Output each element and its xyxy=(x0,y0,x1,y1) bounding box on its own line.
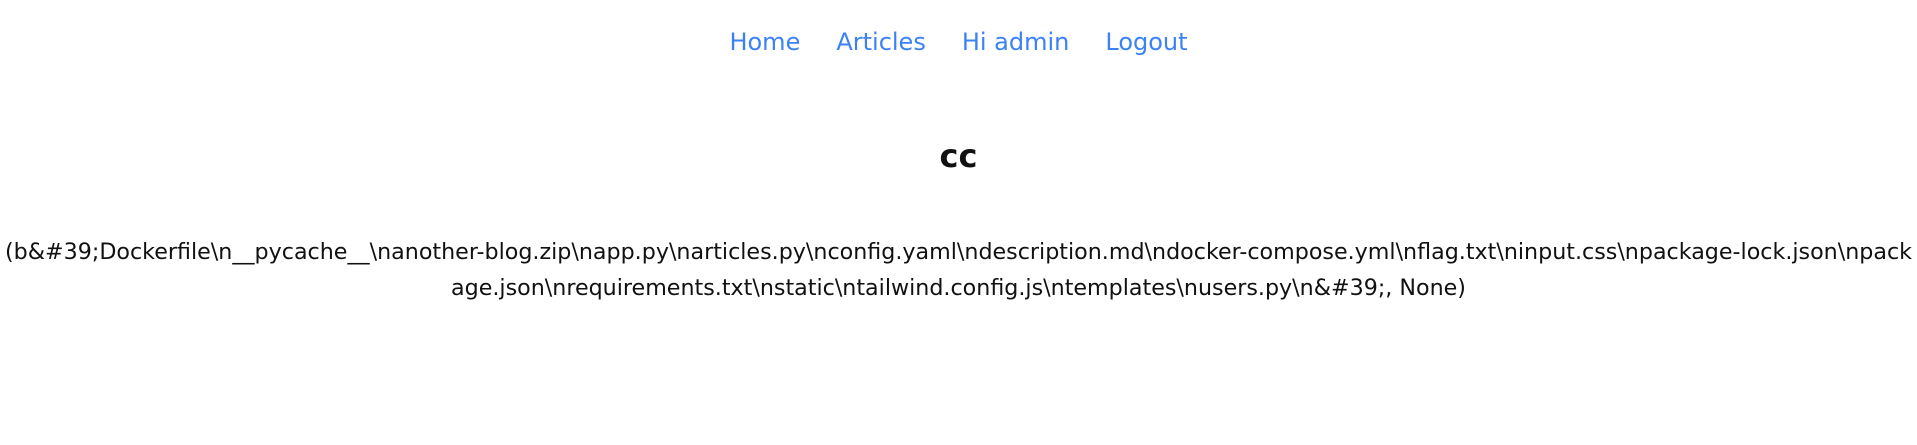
article-title: cc xyxy=(939,137,978,175)
nav-home-link[interactable]: Home xyxy=(729,28,800,56)
page: Home Articles Hi admin Logout cc (b&#39;… xyxy=(0,0,1917,445)
nav-user-greeting-link[interactable]: Hi admin xyxy=(962,28,1070,56)
top-nav: Home Articles Hi admin Logout xyxy=(0,28,1917,56)
article-body: (b&#39;Dockerfile\n__pycache__\nanother-… xyxy=(4,239,1913,301)
nav-logout-link[interactable]: Logout xyxy=(1105,28,1187,56)
nav-articles-link[interactable]: Articles xyxy=(836,28,926,56)
